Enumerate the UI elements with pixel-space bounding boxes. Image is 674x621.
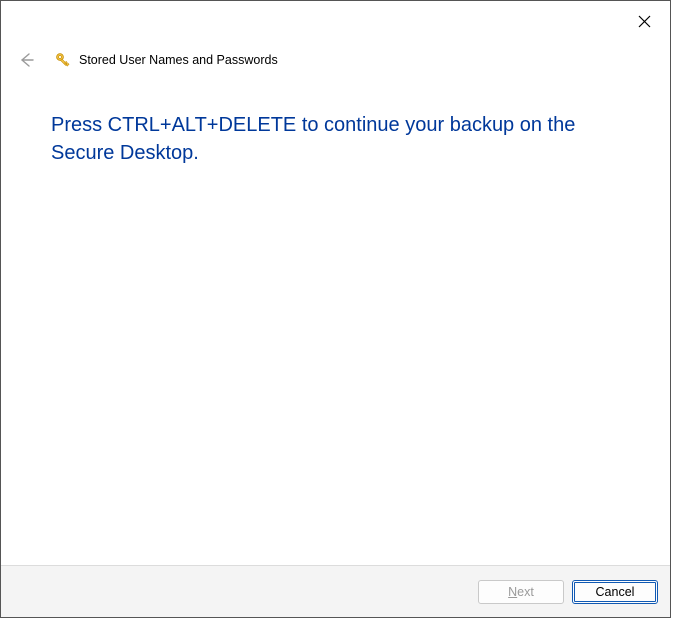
content-area: Press CTRL+ALT+DELETE to continue your b… [1, 83, 670, 565]
cancel-label: Cancel [596, 585, 635, 599]
dialog-window: Stored User Names and Passwords Press CT… [0, 0, 671, 618]
close-button[interactable] [630, 7, 658, 35]
cancel-button[interactable]: Cancel [572, 580, 658, 604]
header-bar: Stored User Names and Passwords [1, 1, 670, 83]
next-accesskey: N [508, 585, 517, 599]
dialog-title: Stored User Names and Passwords [79, 53, 278, 67]
key-icon [53, 50, 73, 70]
instruction-text: Press CTRL+ALT+DELETE to continue your b… [51, 111, 632, 167]
next-button: Next [478, 580, 564, 604]
next-label-suffix: ext [517, 585, 534, 599]
arrow-left-icon [17, 51, 35, 69]
close-icon [638, 15, 651, 28]
back-button[interactable] [13, 47, 39, 73]
footer-bar: Next Cancel [1, 565, 670, 617]
